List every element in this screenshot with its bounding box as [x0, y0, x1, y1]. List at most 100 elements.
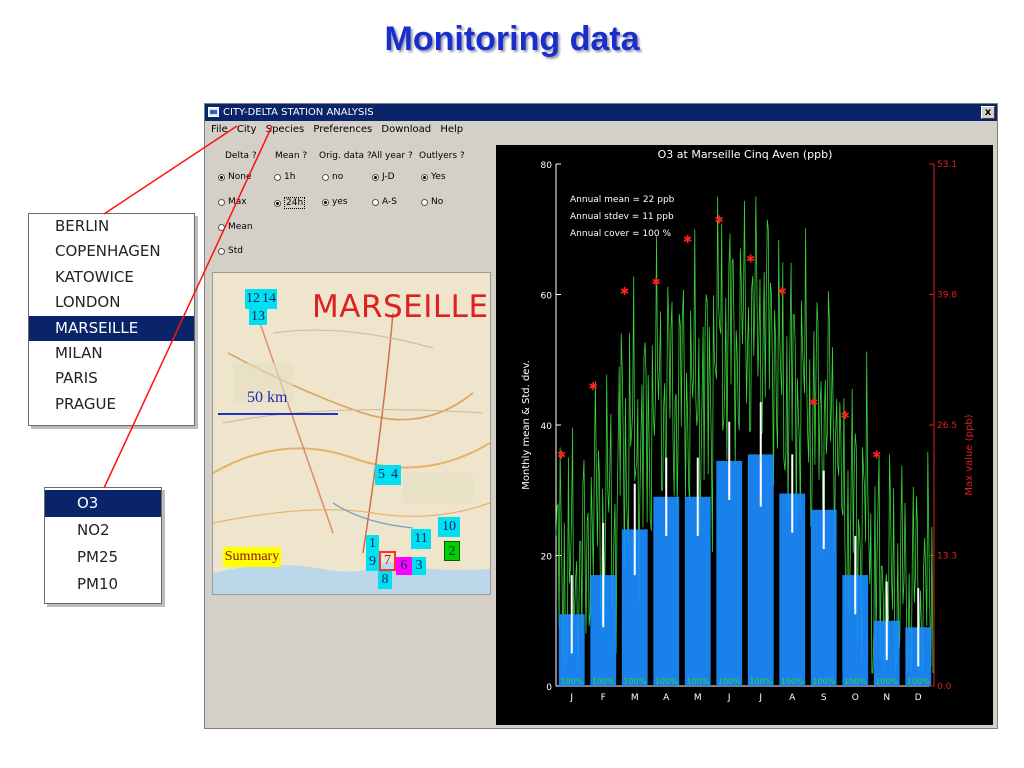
map-city-name: MARSEILLE [312, 289, 489, 325]
x-tick-label: D [915, 693, 922, 703]
radio-label: yes [332, 197, 348, 207]
species-item-pm25[interactable]: PM25 [45, 544, 161, 571]
orig-data-header: Orig. data ? [319, 151, 372, 161]
cover-label: 100% [749, 677, 772, 686]
allyear-jd-radio[interactable]: J-D [372, 172, 395, 182]
station-marker-7[interactable]: 7 [379, 551, 396, 571]
y-tick-label: 0 [546, 683, 552, 693]
window-titlebar: CITY-DELTA STATION ANALYSIS x [205, 104, 997, 121]
cover-label: 100% [686, 677, 709, 686]
station-marker-5[interactable]: 5 [375, 465, 388, 485]
menubar: File City Species Preferences Download H… [205, 122, 997, 138]
x-tick-label: A [663, 693, 670, 703]
max-value-marker: ✱ [620, 285, 629, 298]
orig-yes-radio[interactable]: yes [322, 197, 348, 207]
annual-stat-annotation: Annual stdev = 11 ppb [570, 212, 674, 222]
station-marker-11[interactable]: 11 [411, 529, 431, 549]
radio-label: 1h [284, 172, 296, 182]
cover-label: 100% [623, 677, 646, 686]
city-item-prague[interactable]: PRAGUE [29, 392, 194, 417]
radio-dot [322, 198, 329, 206]
y-tick-label: 40 [541, 422, 553, 432]
menu-help[interactable]: Help [440, 124, 463, 135]
menu-download[interactable]: Download [381, 124, 431, 135]
city-item-marseille[interactable]: MARSEILLE [29, 315, 194, 341]
city-item-london[interactable]: LONDON [29, 290, 194, 315]
menu-file[interactable]: File [211, 124, 228, 135]
mean-1h-radio[interactable]: 1h [274, 172, 295, 182]
radio-label: 24h [284, 197, 306, 209]
delta-none-radio[interactable]: None [218, 172, 251, 182]
max-value-marker: ✱ [652, 275, 661, 288]
outlyers-no-radio[interactable]: No [421, 197, 443, 207]
cover-label: 100% [907, 677, 930, 686]
city-dropdown: BERLIN COPENHAGEN KATOWICE LONDON MARSEI… [28, 213, 195, 426]
species-item-no2[interactable]: NO2 [45, 517, 161, 544]
radio-label: Std [228, 246, 243, 256]
delta-std-radio[interactable]: Std [218, 246, 243, 256]
station-marker-3[interactable]: 3 [412, 557, 426, 575]
radio-label: No [431, 197, 444, 207]
radio-label: J-D [382, 172, 395, 182]
max-value-marker: ✱ [809, 396, 818, 409]
menu-preferences[interactable]: Preferences [313, 124, 372, 135]
city-item-copenhagen[interactable]: COPENHAGEN [29, 239, 194, 264]
outlyers-yes-radio[interactable]: Yes [421, 172, 446, 182]
max-value-marker: ✱ [589, 380, 598, 393]
cover-label: 100% [560, 677, 583, 686]
x-tick-label: J [569, 693, 573, 703]
window-title: CITY-DELTA STATION ANALYSIS [223, 107, 374, 118]
station-marker-6[interactable]: 6 [396, 557, 412, 575]
city-item-berlin[interactable]: BERLIN [29, 214, 194, 239]
x-tick-label: O [852, 693, 859, 703]
station-marker-14[interactable]: 14 [261, 289, 277, 309]
ozone-chart-panel: O3 at Marseille Cinq Aven (ppb) 0 20 40 60 80… [496, 145, 993, 725]
outlyers-header: Outlyers ? [419, 151, 465, 161]
cover-label: 100% [812, 677, 835, 686]
orig-no-radio[interactable]: no [322, 172, 343, 182]
species-item-pm10[interactable]: PM10 [45, 571, 161, 598]
radio-label: Yes [431, 172, 446, 182]
scale-bar [218, 413, 338, 415]
radio-dot [274, 199, 281, 207]
delta-mean-radio[interactable]: Mean [218, 222, 253, 232]
annual-stat-annotation: Annual mean = 22 ppb [570, 195, 675, 205]
x-tick-label: J [758, 693, 762, 703]
species-dropdown: O3 NO2 PM25 PM10 [44, 487, 162, 604]
y-tick-label: 60 [541, 292, 553, 302]
radio-dot [421, 198, 428, 206]
station-map[interactable]: MARSEILLE 50 km Summary 12 14 13 5 4 1 9… [212, 272, 491, 595]
radio-dot [421, 173, 428, 181]
y-tick-label: 80 [541, 161, 553, 171]
summary-button[interactable]: Summary [223, 547, 281, 567]
allyear-as-radio[interactable]: A-S [372, 197, 397, 207]
delta-max-radio[interactable]: Max [218, 197, 247, 207]
menu-species[interactable]: Species [266, 124, 305, 135]
menu-city[interactable]: City [237, 124, 257, 135]
delta-header: Delta ? [225, 151, 257, 161]
radio-dot [274, 173, 281, 181]
city-item-katowice[interactable]: KATOWICE [29, 265, 194, 290]
station-marker-12[interactable]: 12 [245, 289, 261, 309]
species-item-o3[interactable]: O3 [45, 490, 161, 517]
station-marker-2[interactable]: 2 [444, 541, 460, 561]
max-value-marker: ✱ [841, 409, 850, 422]
station-marker-13[interactable]: 13 [249, 308, 267, 325]
y2-tick-label: 13.3 [937, 552, 957, 562]
station-marker-9[interactable]: 9 [366, 553, 379, 571]
cover-label: 100% [781, 677, 804, 686]
station-marker-8[interactable]: 8 [378, 571, 392, 589]
mean-header: Mean ? [275, 151, 308, 161]
station-marker-10[interactable]: 10 [438, 517, 460, 537]
station-marker-1[interactable]: 1 [366, 535, 379, 553]
city-item-milan[interactable]: MILAN [29, 341, 194, 366]
close-button[interactable]: x [981, 106, 995, 119]
x-tick-label: F [601, 693, 606, 703]
cover-label: 100% [875, 677, 898, 686]
station-marker-4[interactable]: 4 [388, 465, 401, 485]
all-year-header: All year ? [371, 151, 413, 161]
city-item-paris[interactable]: PARIS [29, 366, 194, 391]
x-tick-label: M [631, 693, 639, 703]
mean-24h-radio[interactable]: 24h [274, 197, 306, 209]
max-value-marker: ✱ [557, 448, 566, 461]
